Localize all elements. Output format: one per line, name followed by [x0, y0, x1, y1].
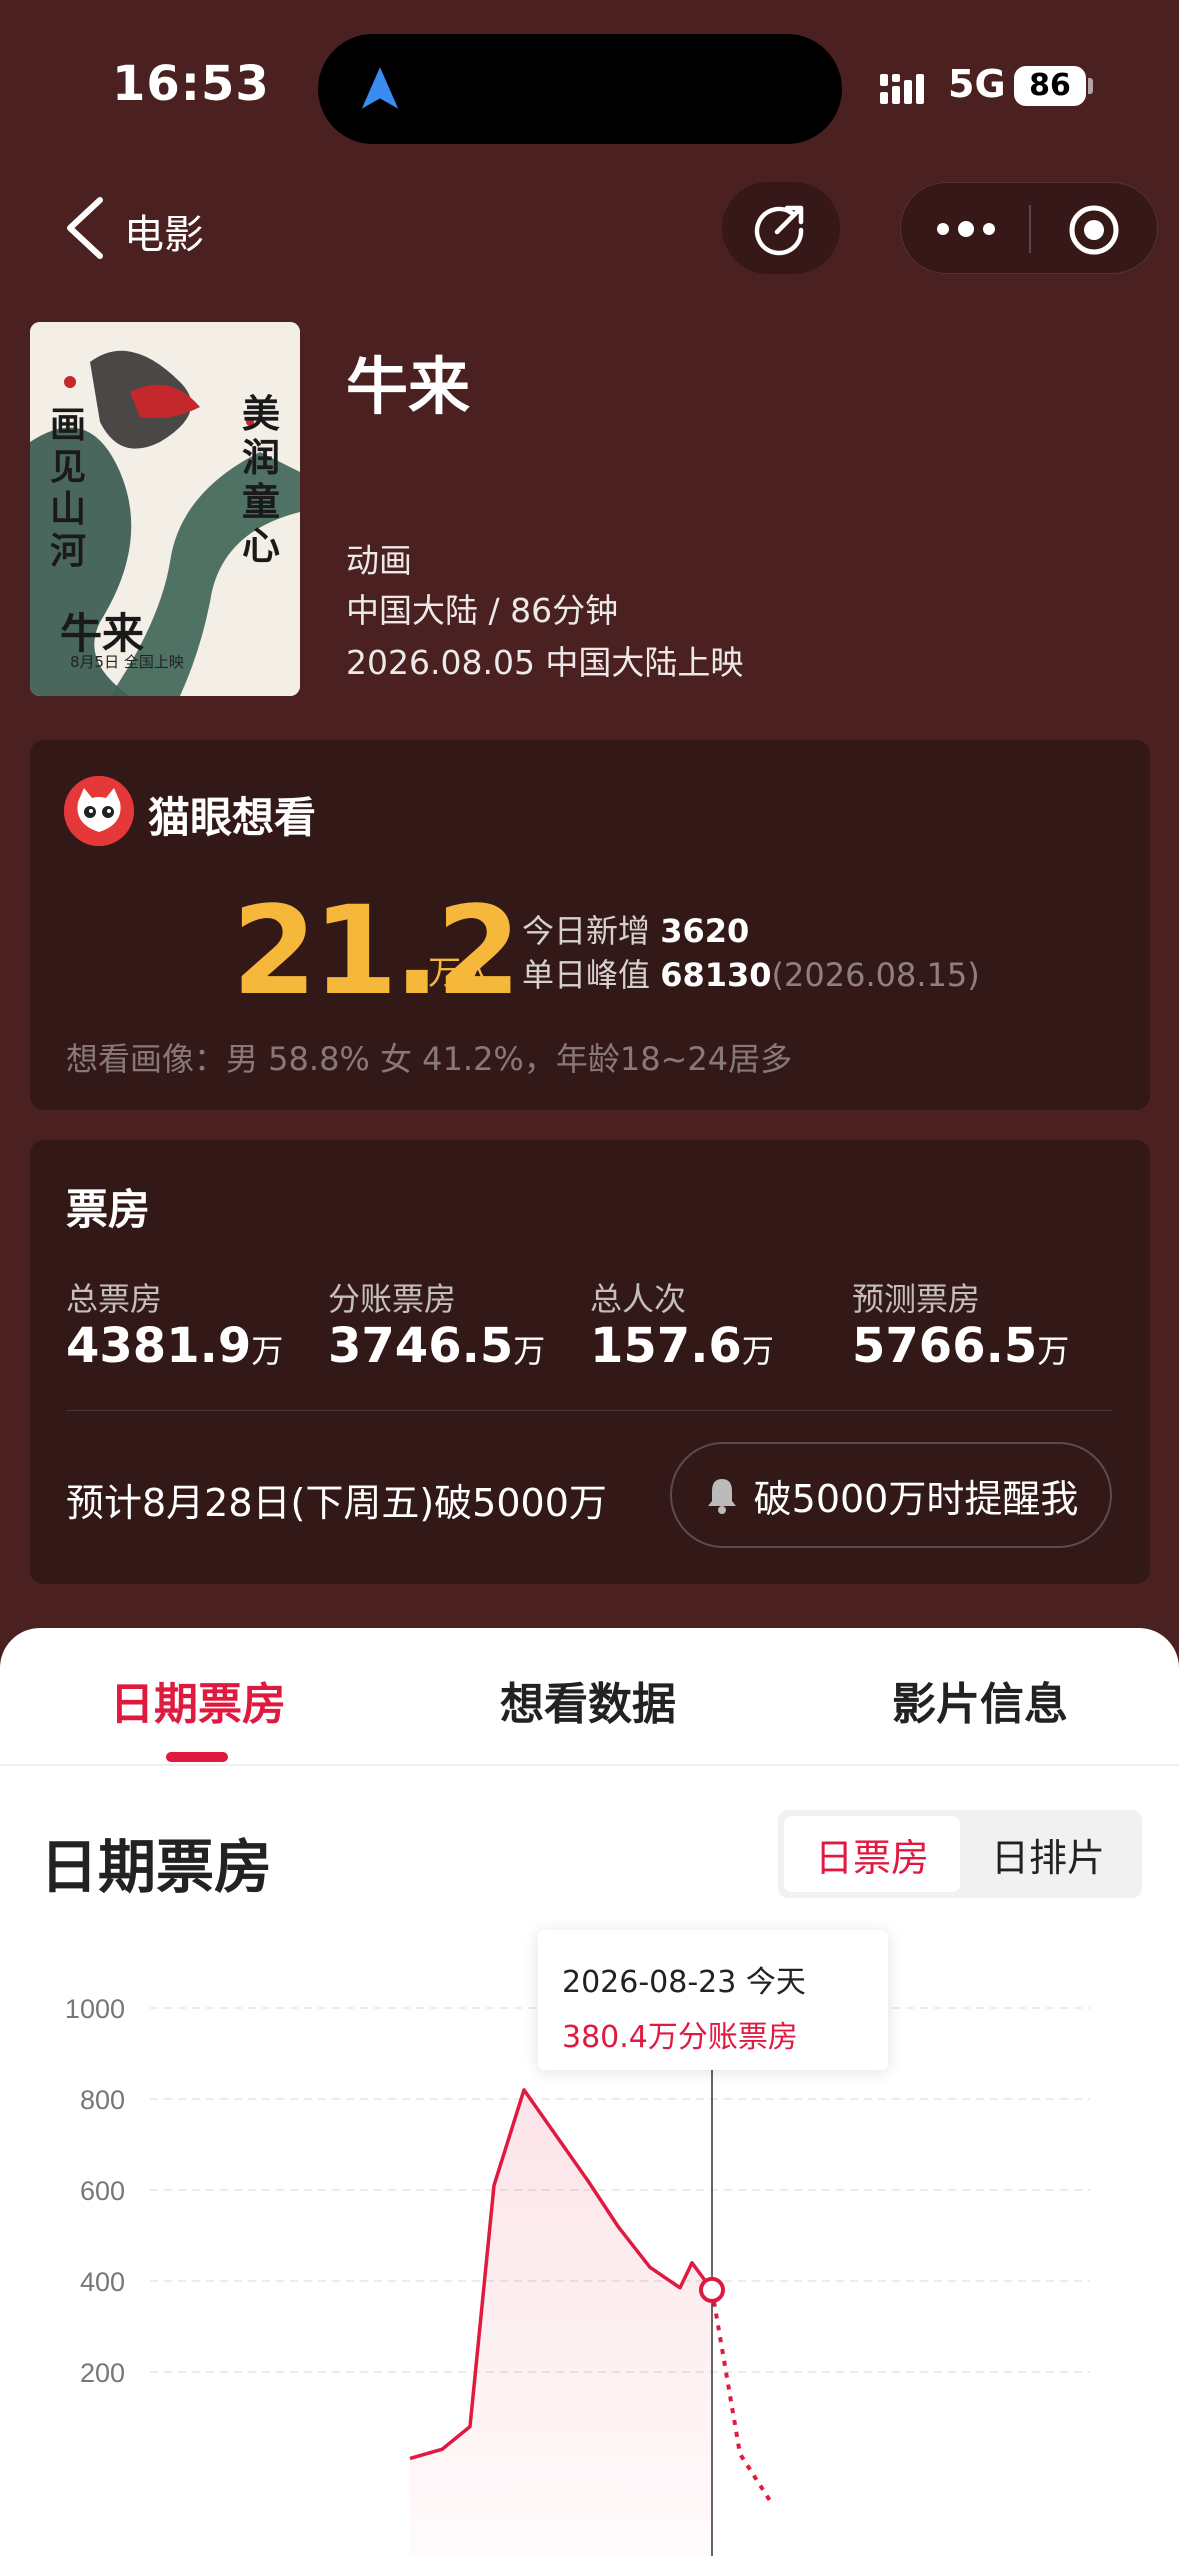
box-office-divider — [66, 1410, 1112, 1411]
stat-admissions-label: 总人次 — [590, 1280, 687, 1318]
poster-title: 牛来 — [60, 609, 145, 658]
today-new-row: 今日新增 3620 — [522, 906, 749, 952]
stat-split-label: 分账票房 — [328, 1280, 457, 1318]
back-chevron-icon[interactable] — [60, 196, 112, 260]
status-time: 16:53 — [112, 56, 270, 112]
tab-movie-info[interactable]: 影片信息 — [892, 1668, 1068, 1732]
share-icon — [754, 205, 804, 256]
movie-title: 牛来 — [346, 350, 471, 423]
tabs-divider — [0, 1764, 1179, 1766]
movie-region-duration: 中国大陆 / 86分钟 — [346, 591, 619, 630]
battery-cap — [1088, 78, 1093, 94]
stat-forecast-value: 5766.5万 — [852, 1318, 1070, 1374]
network-type: 5G — [948, 62, 1006, 106]
close-target-icon[interactable] — [1067, 203, 1121, 257]
y-tick-label: 200 — [80, 2358, 125, 2388]
dynamic-island — [318, 34, 842, 144]
peak-date: (2026.08.15) — [771, 956, 980, 994]
peak-value: 68130 — [660, 956, 772, 994]
series-area — [410, 2089, 712, 2556]
peak-label: 单日峰值 — [522, 956, 651, 994]
movie-poster[interactable]: 8月5日 全国上映 美润童心 画见山河 牛来 — [30, 322, 300, 696]
tab-date-box-office[interactable]: 日期票房 — [110, 1668, 286, 1732]
box-office-title: 票房 — [66, 1185, 151, 1234]
share-button[interactable] — [722, 182, 840, 274]
mini-program-capsule — [900, 182, 1158, 274]
cellular-signal-icon — [880, 74, 924, 104]
series-line-forecast — [710, 2289, 772, 2502]
want-portrait-text: 想看画像：男 58.8% 女 41.2%，年龄18~24居多 — [66, 1040, 793, 1078]
y-tick-label: 800 — [80, 2085, 125, 2115]
battery-indicator: 86 — [1014, 66, 1086, 106]
highlight-point[interactable] — [699, 2276, 725, 2303]
movie-release: 2026.08.05 中国大陆上映 — [346, 643, 744, 682]
maoyan-cat-logo-icon — [64, 776, 134, 846]
stat-total-value: 4381.9万 — [66, 1318, 284, 1374]
nav-title[interactable]: 电影 — [124, 202, 204, 260]
today-new-value: 3620 — [660, 912, 750, 950]
movie-genre: 动画 — [346, 541, 412, 580]
tab-active-indicator — [166, 1752, 228, 1762]
remind-me-button[interactable]: 破5000万时提醒我 — [670, 1442, 1112, 1548]
bell-icon — [707, 1479, 736, 1514]
toggle-daily-screenings[interactable]: 日排片 — [960, 1816, 1136, 1892]
want-count-unit: 万人 — [428, 953, 494, 992]
capsule-divider — [1029, 205, 1031, 253]
poster-slogan-left: 画见山河 — [50, 404, 87, 572]
remind-me-label: 破5000万时提醒我 — [753, 1476, 1079, 1521]
y-tick-label: 1000 — [65, 1994, 125, 2024]
section-title: 日期票房 — [40, 1833, 273, 1901]
forecast-text: 预计8月28日(下周五)破5000万 — [66, 1481, 607, 1525]
toggle-daily-box-office[interactable]: 日票房 — [784, 1816, 960, 1892]
tab-want-data[interactable]: 想看数据 — [500, 1668, 676, 1732]
stat-split-value: 3746.5万 — [328, 1318, 546, 1374]
stat-total-label: 总票房 — [66, 1280, 163, 1318]
more-dots-icon[interactable] — [935, 215, 997, 243]
tooltip-value: 380.4万分账票房 — [562, 2020, 798, 2055]
today-new-label: 今日新增 — [522, 912, 651, 950]
tooltip-date: 2026-08-23 今天 — [562, 1965, 806, 2000]
location-arrow-icon — [361, 67, 399, 109]
y-tick-label: 400 — [80, 2267, 125, 2297]
poster-slogan-right: 美润童心 — [242, 391, 281, 568]
peak-row: 单日峰值 68130(2026.08.15) — [522, 950, 980, 996]
stat-forecast-label: 预测票房 — [852, 1280, 981, 1318]
stat-admissions-value: 157.6万 — [590, 1318, 774, 1374]
want-to-see-label: 猫眼想看 — [148, 793, 317, 842]
y-tick-label: 600 — [80, 2176, 125, 2206]
